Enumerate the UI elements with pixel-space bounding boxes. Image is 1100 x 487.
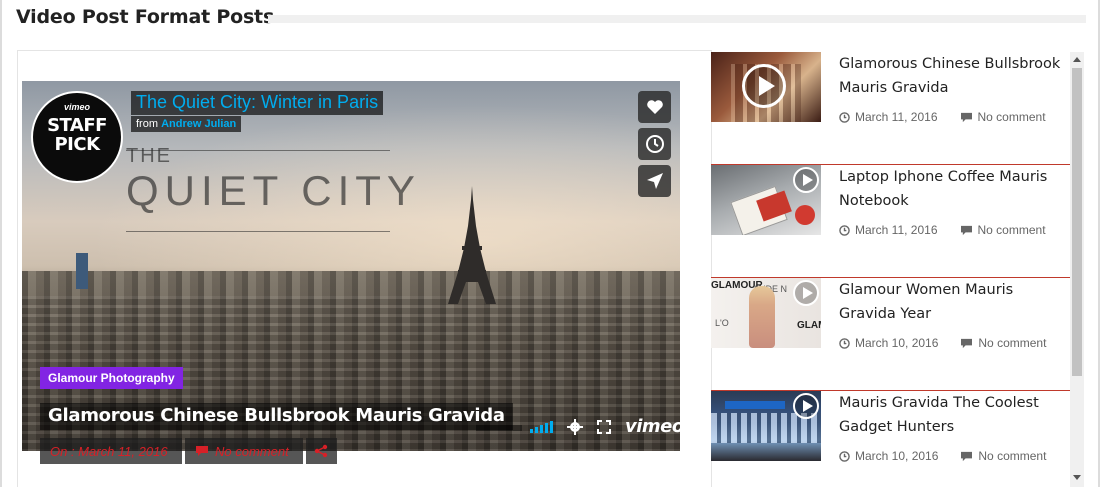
list-item-comments[interactable]: No comment — [978, 110, 1046, 124]
share-post-button[interactable] — [306, 438, 337, 464]
play-icon — [742, 64, 786, 108]
list-item-meta: March 11, 2016 No comment — [839, 110, 1046, 124]
list-item: Mauris Gravida The Coolest Gadget Hunter… — [711, 391, 1070, 487]
clock-icon — [839, 450, 850, 462]
fullscreen-icon[interactable] — [597, 419, 611, 434]
vimeo-logo[interactable]: vimeo — [625, 416, 680, 437]
list-item-date: March 10, 2016 — [855, 336, 939, 350]
post-thumbnail[interactable]: GLAMOUR ANDE N GLAM L'O — [711, 278, 821, 348]
list-item-meta: March 11, 2016 No comment — [839, 223, 1046, 237]
list-item-comments[interactable]: No comment — [978, 223, 1046, 237]
post-thumbnail[interactable] — [711, 52, 821, 122]
scrollbar-thumb[interactable] — [1072, 68, 1082, 376]
title-divider — [268, 15, 1086, 23]
clock-icon — [839, 224, 850, 236]
scroll-up-arrow[interactable] — [1073, 57, 1081, 62]
category-badge[interactable]: Glamour Photography — [40, 367, 183, 389]
staff-pick-line1: STAFF — [47, 115, 107, 136]
thumb-mug — [795, 205, 815, 225]
poster-line-top — [126, 150, 390, 151]
play-icon — [793, 167, 819, 193]
staff-pick-badge: vimeo STAFF PICK — [31, 91, 123, 183]
video-building — [76, 253, 88, 289]
play-icon — [793, 280, 819, 306]
list-item: GLAMOUR ANDE N GLAM L'O Glamour Women Ma… — [711, 278, 1070, 391]
staff-pick-brand: vimeo — [63, 102, 90, 112]
volume-control[interactable] — [530, 420, 553, 433]
page-frame: Video Post Format Posts THE QUIET CITY v… — [0, 0, 1100, 487]
video-player[interactable]: THE QUIET CITY vimeo STAFF PICK The Quie… — [22, 81, 680, 451]
list-item-meta: March 10, 2016 No comment — [839, 336, 1046, 350]
list-scrollbar[interactable] — [1070, 52, 1084, 487]
list-item: Glamorous Chinese Bullsbrook Mauris Grav… — [711, 52, 1070, 165]
clock-icon — [645, 135, 664, 153]
share-video-button[interactable] — [638, 165, 671, 197]
comment-icon — [960, 225, 972, 235]
list-item-title[interactable]: Laptop Iphone Coffee Mauris Notebook — [839, 165, 1073, 213]
featured-post-title[interactable]: Glamorous Chinese Bullsbrook Mauris Grav… — [40, 403, 513, 430]
list-item-comments[interactable]: No comment — [978, 449, 1046, 463]
like-button[interactable] — [638, 91, 671, 123]
list-item-title[interactable]: Glamorous Chinese Bullsbrook Mauris Grav… — [839, 52, 1073, 100]
clock-icon — [839, 337, 850, 349]
post-date-text: On : March 11, 2016 — [50, 443, 168, 459]
list-item-meta: March 10, 2016 No comment — [839, 449, 1046, 463]
comment-icon — [961, 451, 973, 461]
author-link[interactable]: Andrew Julian — [161, 118, 236, 130]
video-byline: from Andrew Julian — [131, 116, 242, 132]
thumb-text-lo: L'O — [715, 318, 729, 328]
video-posts-list: Glamorous Chinese Bullsbrook Mauris Grav… — [711, 52, 1070, 487]
heart-icon — [646, 100, 663, 114]
post-comments-text: No comment — [215, 443, 289, 459]
post-thumbnail[interactable] — [711, 391, 821, 461]
list-item-date: March 10, 2016 — [855, 449, 939, 463]
send-icon — [646, 173, 663, 189]
play-icon — [793, 393, 819, 419]
settings-gear-icon[interactable] — [567, 418, 583, 435]
watch-later-button[interactable] — [638, 128, 671, 160]
poster-line-bottom — [126, 231, 390, 232]
post-date: On : March 11, 2016 — [40, 438, 182, 464]
post-thumbnail[interactable] — [711, 165, 821, 235]
share-icon — [314, 444, 328, 458]
eiffel-tower-image — [448, 186, 496, 304]
byline-from: from — [136, 118, 158, 130]
thumb-text-glam: GLAM — [797, 320, 821, 331]
thumb-store-sign — [725, 401, 785, 409]
video-progress-bar[interactable] — [476, 425, 522, 431]
video-title-link[interactable]: The Quiet City: Winter in Paris — [131, 91, 384, 115]
list-item-comments[interactable]: No comment — [978, 336, 1046, 350]
list-item-title[interactable]: Glamour Women Mauris Gravida Year — [839, 278, 1073, 326]
thumb-model — [749, 286, 775, 348]
comment-icon — [196, 446, 208, 456]
list-item-date: March 11, 2016 — [855, 110, 938, 124]
scroll-down-arrow[interactable] — [1073, 475, 1081, 480]
poster-title-text: QUIET CITY — [126, 167, 421, 214]
comment-icon — [960, 112, 972, 122]
list-item: Laptop Iphone Coffee Mauris Notebook Mar… — [711, 165, 1070, 278]
comment-icon — [961, 338, 973, 348]
list-item-date: March 11, 2016 — [855, 223, 938, 237]
post-comments[interactable]: No comment — [185, 438, 303, 464]
section-title: Video Post Format Posts — [16, 6, 275, 28]
clock-icon — [839, 111, 850, 123]
player-controls: vimeo — [530, 416, 680, 437]
staff-pick-line2: PICK — [54, 134, 100, 155]
poster-the-text: THE — [126, 145, 172, 167]
list-item-title[interactable]: Mauris Gravida The Coolest Gadget Hunter… — [839, 391, 1073, 439]
